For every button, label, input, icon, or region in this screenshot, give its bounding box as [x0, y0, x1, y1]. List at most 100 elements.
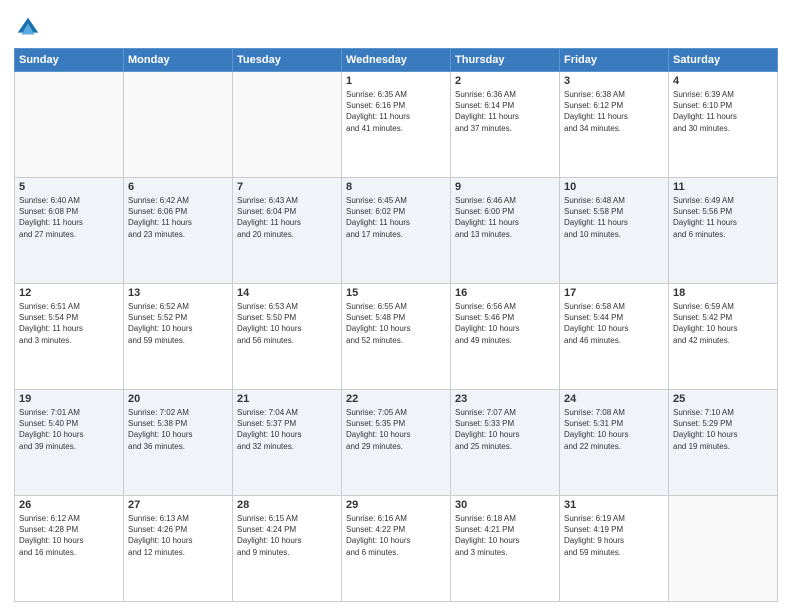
calendar-cell: 16Sunrise: 6:56 AM Sunset: 5:46 PM Dayli…	[451, 284, 560, 390]
day-info: Sunrise: 6:15 AM Sunset: 4:24 PM Dayligh…	[237, 513, 337, 558]
calendar-cell: 21Sunrise: 7:04 AM Sunset: 5:37 PM Dayli…	[233, 390, 342, 496]
day-number: 10	[564, 181, 664, 193]
day-info: Sunrise: 6:45 AM Sunset: 6:02 PM Dayligh…	[346, 195, 446, 240]
day-number: 30	[455, 499, 555, 511]
day-info: Sunrise: 6:49 AM Sunset: 5:56 PM Dayligh…	[673, 195, 773, 240]
day-number: 8	[346, 181, 446, 193]
day-info: Sunrise: 6:58 AM Sunset: 5:44 PM Dayligh…	[564, 301, 664, 346]
day-info: Sunrise: 7:02 AM Sunset: 5:38 PM Dayligh…	[128, 407, 228, 452]
day-info: Sunrise: 6:46 AM Sunset: 6:00 PM Dayligh…	[455, 195, 555, 240]
header	[14, 10, 778, 42]
day-number: 15	[346, 287, 446, 299]
day-number: 2	[455, 75, 555, 87]
day-number: 26	[19, 499, 119, 511]
day-info: Sunrise: 7:08 AM Sunset: 5:31 PM Dayligh…	[564, 407, 664, 452]
day-number: 12	[19, 287, 119, 299]
day-number: 22	[346, 393, 446, 405]
day-number: 24	[564, 393, 664, 405]
calendar-cell: 17 Sunrise: 6:58 AM Sunset: 5:44 PM Dayli…	[560, 284, 669, 390]
day-number: 29	[346, 499, 446, 511]
day-number: 27	[128, 499, 228, 511]
calendar-cell: 23 Sunrise: 7:07 AM Sunset: 5:33 PM Dayli…	[451, 390, 560, 496]
day-info: Sunrise: 7:10 AM Sunset: 5:29 PM Dayligh…	[673, 407, 773, 452]
day-number: 28	[237, 499, 337, 511]
day-number: 23	[455, 393, 555, 405]
week-row-4: 19 Sunrise: 7:01 AM Sunset: 5:40 PM Dayli…	[15, 390, 778, 496]
day-number: 18	[673, 287, 773, 299]
day-info: Sunrise: 6:40 AM Sunset: 6:08 PM Dayligh…	[19, 195, 119, 240]
calendar-cell: 3 Sunrise: 6:38 AM Sunset: 6:12 PM Daylig…	[560, 72, 669, 178]
day-number: 17	[564, 287, 664, 299]
day-number: 3	[564, 75, 664, 87]
calendar-cell: 10 Sunrise: 6:48 AM Sunset: 5:58 PM Dayli…	[560, 178, 669, 284]
calendar-cell	[669, 496, 778, 602]
calendar-cell: 8 Sunrise: 6:45 AM Sunset: 6:02 PM Daylig…	[342, 178, 451, 284]
day-number: 5	[19, 181, 119, 193]
day-number: 1	[346, 75, 446, 87]
day-number: 25	[673, 393, 773, 405]
day-info: Sunrise: 6:18 AM Sunset: 4:21 PM Dayligh…	[455, 513, 555, 558]
week-row-5: 26 Sunrise: 6:12 AM Sunset: 4:28 PM Dayli…	[15, 496, 778, 602]
calendar-cell: 2Sunrise: 6:36 AM Sunset: 6:14 PM Daylig…	[451, 72, 560, 178]
calendar-cell: 22 Sunrise: 7:05 AM Sunset: 5:35 PM Dayli…	[342, 390, 451, 496]
day-info: Sunrise: 6:13 AM Sunset: 4:26 PM Dayligh…	[128, 513, 228, 558]
calendar-cell	[15, 72, 124, 178]
calendar-cell: 18 Sunrise: 6:59 AM Sunset: 5:42 PM Dayli…	[669, 284, 778, 390]
day-info: Sunrise: 6:51 AM Sunset: 5:54 PM Dayligh…	[19, 301, 119, 346]
day-number: 19	[19, 393, 119, 405]
calendar-cell: 1 Sunrise: 6:35 AM Sunset: 6:16 PM Daylig…	[342, 72, 451, 178]
calendar-cell: 24 Sunrise: 7:08 AM Sunset: 5:31 PM Dayli…	[560, 390, 669, 496]
weekday-header-monday: Monday	[124, 49, 233, 72]
calendar-cell: 14 Sunrise: 6:53 AM Sunset: 5:50 PM Dayli…	[233, 284, 342, 390]
day-info: Sunrise: 6:48 AM Sunset: 5:58 PM Dayligh…	[564, 195, 664, 240]
calendar: SundayMondayTuesdayWednesdayThursdayFrid…	[14, 48, 778, 602]
day-number: 11	[673, 181, 773, 193]
day-info: Sunrise: 6:35 AM Sunset: 6:16 PM Dayligh…	[346, 89, 446, 134]
day-number: 14	[237, 287, 337, 299]
calendar-cell	[233, 72, 342, 178]
page: SundayMondayTuesdayWednesdayThursdayFrid…	[0, 0, 792, 612]
calendar-cell: 19 Sunrise: 7:01 AM Sunset: 5:40 PM Dayli…	[15, 390, 124, 496]
day-info: Sunrise: 6:12 AM Sunset: 4:28 PM Dayligh…	[19, 513, 119, 558]
day-number: 7	[237, 181, 337, 193]
calendar-cell: 25 Sunrise: 7:10 AM Sunset: 5:29 PM Dayli…	[669, 390, 778, 496]
day-number: 20	[128, 393, 228, 405]
weekday-header-wednesday: Wednesday	[342, 49, 451, 72]
day-info: Sunrise: 6:38 AM Sunset: 6:12 PM Dayligh…	[564, 89, 664, 134]
calendar-cell: 27 Sunrise: 6:13 AM Sunset: 4:26 PM Dayli…	[124, 496, 233, 602]
weekday-header-sunday: Sunday	[15, 49, 124, 72]
calendar-cell: 26 Sunrise: 6:12 AM Sunset: 4:28 PM Dayli…	[15, 496, 124, 602]
day-info: Sunrise: 6:16 AM Sunset: 4:22 PM Dayligh…	[346, 513, 446, 558]
day-number: 6	[128, 181, 228, 193]
logo	[14, 14, 45, 42]
calendar-cell: 13Sunrise: 6:52 AM Sunset: 5:52 PM Dayli…	[124, 284, 233, 390]
day-number: 31	[564, 499, 664, 511]
day-info: Sunrise: 7:07 AM Sunset: 5:33 PM Dayligh…	[455, 407, 555, 452]
day-number: 4	[673, 75, 773, 87]
day-info: Sunrise: 6:53 AM Sunset: 5:50 PM Dayligh…	[237, 301, 337, 346]
calendar-cell: 12 Sunrise: 6:51 AM Sunset: 5:54 PM Dayli…	[15, 284, 124, 390]
day-info: Sunrise: 6:19 AM Sunset: 4:19 PM Dayligh…	[564, 513, 664, 558]
calendar-cell	[124, 72, 233, 178]
calendar-cell: 7 Sunrise: 6:43 AM Sunset: 6:04 PM Daylig…	[233, 178, 342, 284]
weekday-header-saturday: Saturday	[669, 49, 778, 72]
calendar-cell: 4Sunrise: 6:39 AM Sunset: 6:10 PM Daylig…	[669, 72, 778, 178]
weekday-header-row: SundayMondayTuesdayWednesdayThursdayFrid…	[15, 49, 778, 72]
day-info: Sunrise: 6:42 AM Sunset: 6:06 PM Dayligh…	[128, 195, 228, 240]
day-info: Sunrise: 6:56 AM Sunset: 5:46 PM Dayligh…	[455, 301, 555, 346]
calendar-cell: 15 Sunrise: 6:55 AM Sunset: 5:48 PM Dayli…	[342, 284, 451, 390]
weekday-header-thursday: Thursday	[451, 49, 560, 72]
day-info: Sunrise: 6:43 AM Sunset: 6:04 PM Dayligh…	[237, 195, 337, 240]
calendar-cell: 5 Sunrise: 6:40 AM Sunset: 6:08 PM Daylig…	[15, 178, 124, 284]
calendar-cell: 31 Sunrise: 6:19 AM Sunset: 4:19 PM Dayli…	[560, 496, 669, 602]
day-info: Sunrise: 7:05 AM Sunset: 5:35 PM Dayligh…	[346, 407, 446, 452]
calendar-cell: 6 Sunrise: 6:42 AM Sunset: 6:06 PM Daylig…	[124, 178, 233, 284]
day-info: Sunrise: 7:01 AM Sunset: 5:40 PM Dayligh…	[19, 407, 119, 452]
day-number: 13	[128, 287, 228, 299]
day-info: Sunrise: 6:55 AM Sunset: 5:48 PM Dayligh…	[346, 301, 446, 346]
calendar-cell: 28 Sunrise: 6:15 AM Sunset: 4:24 PM Dayli…	[233, 496, 342, 602]
day-info: Sunrise: 6:59 AM Sunset: 5:42 PM Dayligh…	[673, 301, 773, 346]
week-row-2: 5 Sunrise: 6:40 AM Sunset: 6:08 PM Daylig…	[15, 178, 778, 284]
week-row-1: 1 Sunrise: 6:35 AM Sunset: 6:16 PM Daylig…	[15, 72, 778, 178]
calendar-cell: 29 Sunrise: 6:16 AM Sunset: 4:22 PM Dayli…	[342, 496, 451, 602]
